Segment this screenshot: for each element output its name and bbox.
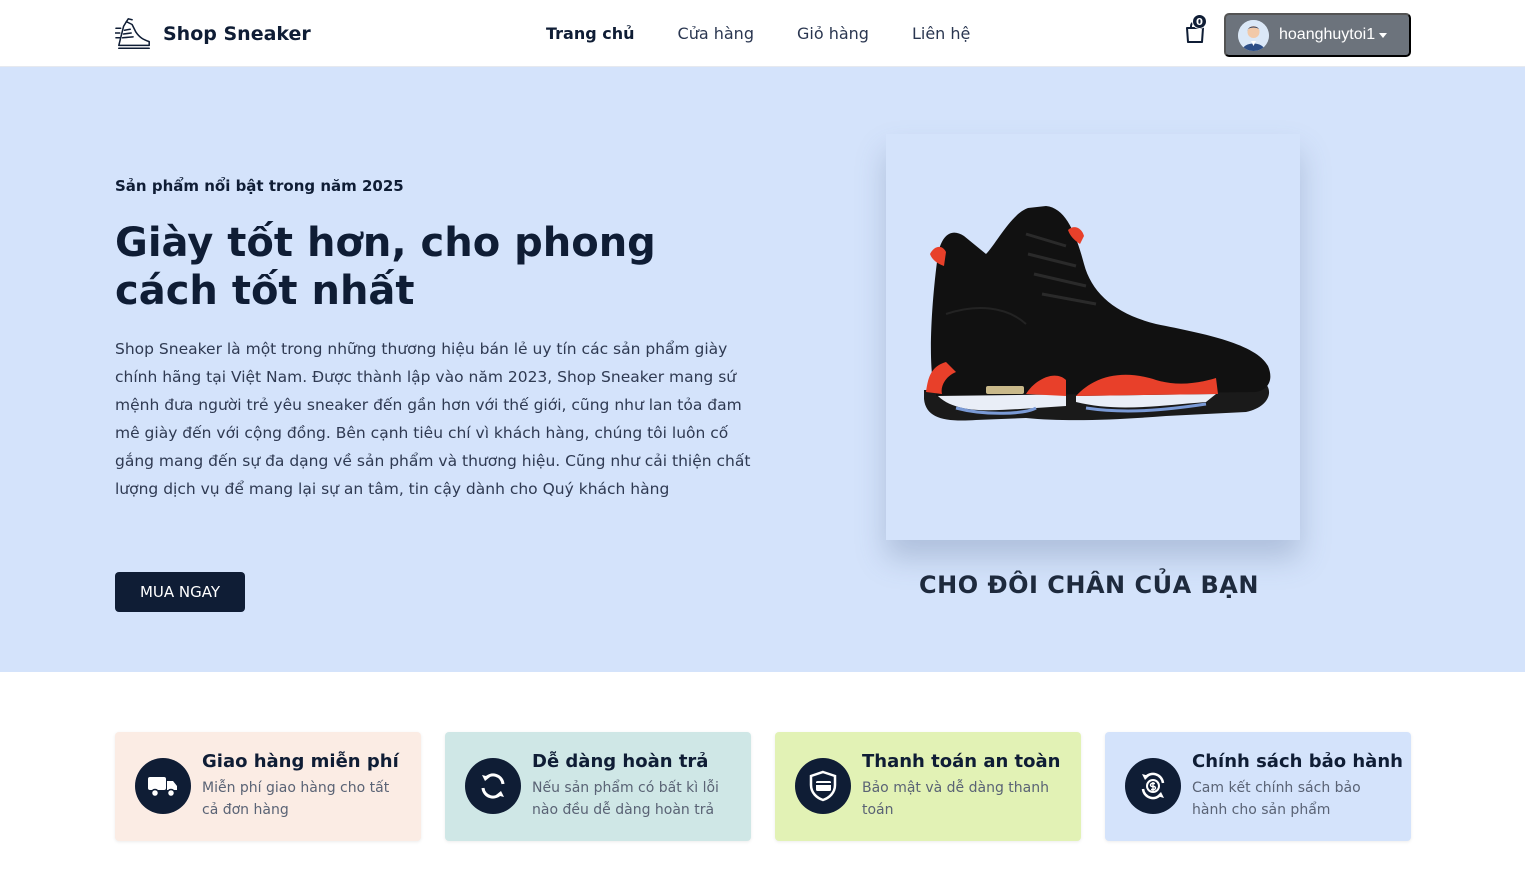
user-menu-button[interactable]: hoanghuytoi1 [1224,13,1411,57]
feature-description: Cam kết chính sách bảo hành cho sản phẩm [1192,780,1361,818]
return-icon [465,758,521,814]
secure-payment-icon [795,758,851,814]
nav-item-contact[interactable]: Liên hệ [912,24,970,43]
feature-card-easy-return: Dễ dàng hoàn trả Nếu sản phẩm có bất kì … [445,732,751,841]
feature-description: Miễn phí giao hàng cho tất cả đơn hàng [202,780,390,818]
avatar [1238,19,1269,51]
feature-card-free-shipping: Giao hàng miễn phí Miễn phí giao hàng ch… [115,732,421,841]
nav-item-shop[interactable]: Cửa hàng [678,24,754,43]
feature-title: Chính sách bảo hành [1192,751,1403,772]
hero-description: Shop Sneaker là một trong những thương h… [115,340,751,498]
feature-title: Thanh toán an toàn [862,751,1061,772]
feature-card-secure-payment: Thanh toán an toàn Bảo mật và dễ dàng th… [775,732,1081,841]
sneaker-product-image [924,206,1271,421]
feature-title: Dễ dàng hoàn trả [532,751,709,772]
cart-count-badge: 0 [1192,14,1207,29]
featured-product-card[interactable] [886,134,1300,540]
warranty-icon [1125,758,1181,814]
feature-description: Nếu sản phẩm có bất kì lỗi nào đều dễ dà… [532,780,719,818]
feature-description: Bảo mật và dễ dàng thanh toán [862,780,1049,818]
feature-title: Giao hàng miễn phí [202,751,399,772]
main-nav: Trang chủ Cửa hàng Giỏ hàng Liên hệ [546,24,1013,43]
nav-item-home[interactable]: Trang chủ [546,24,635,43]
hero-eyebrow: Sản phẩm nổi bật trong năm 2025 [115,177,404,195]
navbar: Shop Sneaker Trang chủ Cửa hàng Giỏ hàng… [0,0,1525,67]
user-name: hoanghuytoi1 [1279,26,1376,43]
brand-link[interactable]: Shop Sneaker [115,16,311,52]
features-row: Giao hàng miễn phí Miễn phí giao hàng ch… [115,732,1411,842]
chevron-down-icon [1379,32,1388,38]
hero-title: Giày tốt hơn, cho phong cách tốt nhất [115,220,656,314]
feature-card-warranty: Chính sách bảo hành Cam kết chính sách b… [1105,732,1411,841]
nav-item-cart[interactable]: Giỏ hàng [797,24,869,43]
sneaker-logo-icon [115,18,150,50]
hero-section: Sản phẩm nổi bật trong năm 2025 Giày tốt… [0,67,1525,672]
buy-now-button[interactable]: MUA NGAY [115,572,245,612]
product-card-caption: CHO ĐÔI CHÂN CỦA BẠN [919,571,1259,599]
truck-icon [135,758,191,814]
brand-name: Shop Sneaker [163,23,311,45]
